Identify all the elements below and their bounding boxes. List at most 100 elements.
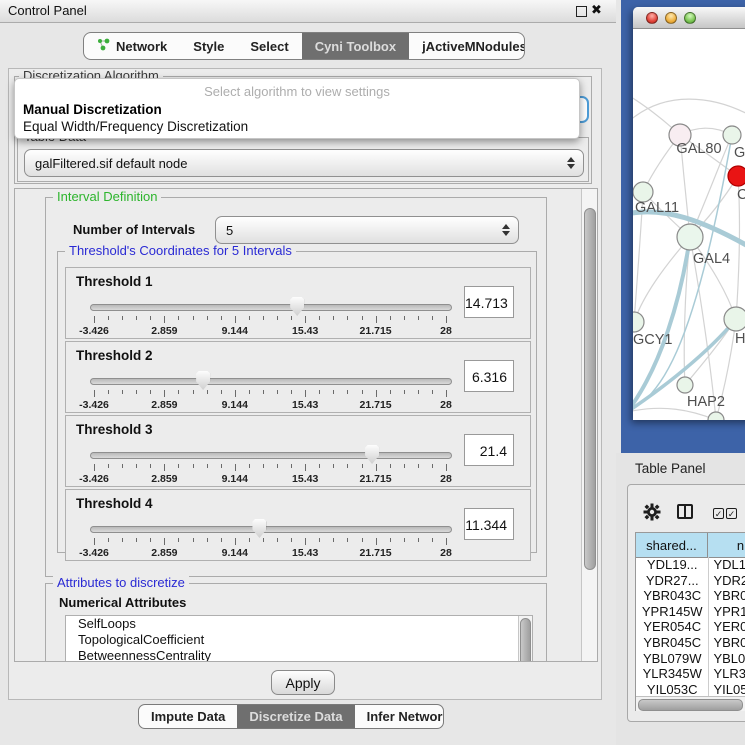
slider-track[interactable] (90, 304, 452, 311)
settings-scrollbar-thumb[interactable] (584, 208, 596, 570)
network-node-red-node[interactable] (728, 166, 745, 186)
cell-shared-name[interactable]: YER054C (636, 619, 709, 635)
table-row[interactable]: YDL19...YDL19 (636, 557, 745, 573)
threshold-3-slider[interactable]: -3.4262.8599.14415.4321.71528 (90, 444, 450, 484)
network-node-GAL-tr[interactable] (723, 126, 741, 144)
tab-impute-data[interactable]: Impute Data (139, 705, 237, 728)
attribute-list-item[interactable]: TopologicalCoefficient (66, 632, 532, 648)
threshold-1-value-field[interactable]: 14.713 (464, 286, 514, 318)
combo-stepper-icon (567, 157, 576, 169)
network-node-GAL4[interactable] (677, 224, 703, 250)
split-columns-icon[interactable] (677, 504, 693, 519)
apply-button[interactable]: Apply (271, 670, 335, 695)
tab-infer-network[interactable]: Infer Network (355, 705, 444, 728)
tab-discretize-data[interactable]: Discretize Data (237, 705, 354, 728)
cell-shared-name[interactable]: YDL19... (636, 557, 709, 573)
slider-track[interactable] (90, 526, 452, 533)
minimize-traffic-light[interactable] (665, 12, 677, 24)
discretization-algorithm-group-title: Discretization Algorithm (19, 69, 163, 78)
dropdown-option-manual[interactable]: Manual Discretization (23, 102, 162, 117)
cell-shared-name[interactable]: YBR043C (636, 588, 709, 604)
network-node-GCY1[interactable] (633, 312, 644, 332)
attribute-list-item[interactable]: BetweennessCentrality (66, 648, 532, 662)
threshold-4-value-field[interactable]: 11.344 (464, 508, 514, 540)
list-scrollbar[interactable] (518, 616, 532, 662)
cell-name[interactable]: YBL07 (709, 651, 745, 667)
threshold-2-value-field[interactable]: 6.316 (464, 360, 514, 392)
attribute-list-item[interactable]: SelfLoops (66, 616, 532, 632)
table-row[interactable]: YBL079WYBL07 (636, 651, 745, 667)
zoom-traffic-light[interactable] (684, 12, 696, 24)
checkbox-icon[interactable]: ✓ (726, 508, 737, 519)
number-of-intervals-combobox[interactable]: 5 (215, 216, 519, 244)
threshold-4-slider-handle[interactable] (252, 519, 266, 538)
slider-tick (263, 464, 264, 468)
slider-tick (150, 538, 151, 542)
tab-style[interactable]: Style (180, 33, 237, 59)
threshold-3-slider-handle[interactable] (365, 445, 379, 464)
tab-jactivemnodules[interactable]: jActiveMNodules (409, 33, 525, 59)
cell-shared-name[interactable]: YPR145W (636, 604, 709, 620)
threshold-2-panel: Threshold 2 -3.4262.8599.14415.4321.7152… (65, 341, 531, 413)
slider-tick (193, 316, 194, 320)
cell-name[interactable]: YER05 (709, 619, 745, 635)
table-row[interactable]: YER054CYER05 (636, 619, 745, 635)
column-header-name[interactable]: n (708, 533, 745, 557)
tab-cyni-toolbox[interactable]: Cyni Toolbox (302, 33, 409, 59)
slider-tick (404, 464, 405, 468)
network-view-window[interactable]: GAL80GACGAL11GAL4GCY1HHAP2 (633, 7, 745, 420)
threshold-1-slider[interactable]: -3.4262.8599.14415.4321.71528 (90, 296, 450, 336)
gear-icon[interactable] (643, 503, 661, 526)
cell-name[interactable]: YBR04 (709, 588, 745, 604)
table-row[interactable]: YDR27...YDR27 (636, 573, 745, 589)
close-traffic-light[interactable] (646, 12, 658, 24)
table-row[interactable]: YBR045CYBR04 (636, 635, 745, 651)
threshold-4-slider[interactable]: -3.4262.8599.14415.4321.71528 (90, 518, 450, 558)
close-icon[interactable]: ✖ (591, 2, 602, 18)
network-canvas[interactable]: GAL80GACGAL11GAL4GCY1HHAP2 (633, 28, 745, 420)
cell-name[interactable]: YDL19 (709, 557, 745, 573)
network-node-H-node[interactable] (724, 307, 745, 331)
table-row[interactable]: YPR145WYPR14 (636, 604, 745, 620)
table-row[interactable]: YLR345WYLR34 (636, 666, 745, 682)
cell-shared-name[interactable]: YLR345W (636, 666, 709, 682)
threshold-1-slider-handle[interactable] (290, 297, 304, 316)
cell-name[interactable]: YLR34 (709, 666, 745, 682)
slider-tick (376, 390, 377, 397)
list-scrollbar-thumb[interactable] (520, 618, 531, 662)
cell-shared-name[interactable]: YBR045C (636, 635, 709, 651)
threshold-3-value-field[interactable]: 21.4 (464, 434, 514, 466)
checkbox-icon[interactable]: ✓ (713, 508, 724, 519)
cell-name[interactable]: YDR27 (709, 573, 745, 589)
dropdown-option-equal-width[interactable]: Equal Width/Frequency Discretization (23, 119, 248, 134)
network-node-GAL11[interactable] (633, 182, 653, 202)
table-row[interactable]: YBR043CYBR04 (636, 588, 745, 604)
network-node-HAP2[interactable] (677, 377, 693, 393)
cell-shared-name[interactable]: YDR27... (636, 573, 709, 589)
cell-name[interactable]: YPR14 (709, 604, 745, 620)
slider-tick (319, 316, 320, 320)
table-horizontal-scrollbar[interactable] (636, 696, 745, 711)
column-header-shared-name[interactable]: shared... (636, 533, 708, 557)
table-hscrollbar-thumb[interactable] (638, 699, 743, 711)
table-data-combobox[interactable]: galFiltered.sif default node (24, 149, 584, 177)
float-window-icon[interactable] (576, 6, 587, 17)
table-row[interactable]: YIL053CYIL05 (636, 682, 745, 697)
network-node-bottom-node[interactable] (708, 412, 724, 420)
tab-select[interactable]: Select (237, 33, 301, 59)
tab-network[interactable]: Network (84, 33, 180, 59)
slider-track[interactable] (90, 378, 452, 385)
slider-track[interactable] (90, 452, 452, 459)
network-window-titlebar[interactable] (633, 7, 745, 29)
cell-shared-name[interactable]: YIL053C (636, 682, 709, 697)
cell-shared-name[interactable]: YBL079W (636, 651, 709, 667)
threshold-2-slider-handle[interactable] (196, 371, 210, 390)
settings-scrollpane: Interval Definition Number of Intervals … (14, 188, 598, 662)
threshold-2-slider[interactable]: -3.4262.8599.14415.4321.71528 (90, 370, 450, 410)
settings-scrollbar[interactable] (581, 189, 597, 661)
numerical-attributes-list[interactable]: SelfLoopsTopologicalCoefficientBetweenne… (65, 615, 533, 662)
slider-tick (164, 390, 165, 397)
cell-name[interactable]: YIL05 (709, 682, 745, 697)
cell-name[interactable]: YBR04 (709, 635, 745, 651)
slider-tick (319, 538, 320, 542)
